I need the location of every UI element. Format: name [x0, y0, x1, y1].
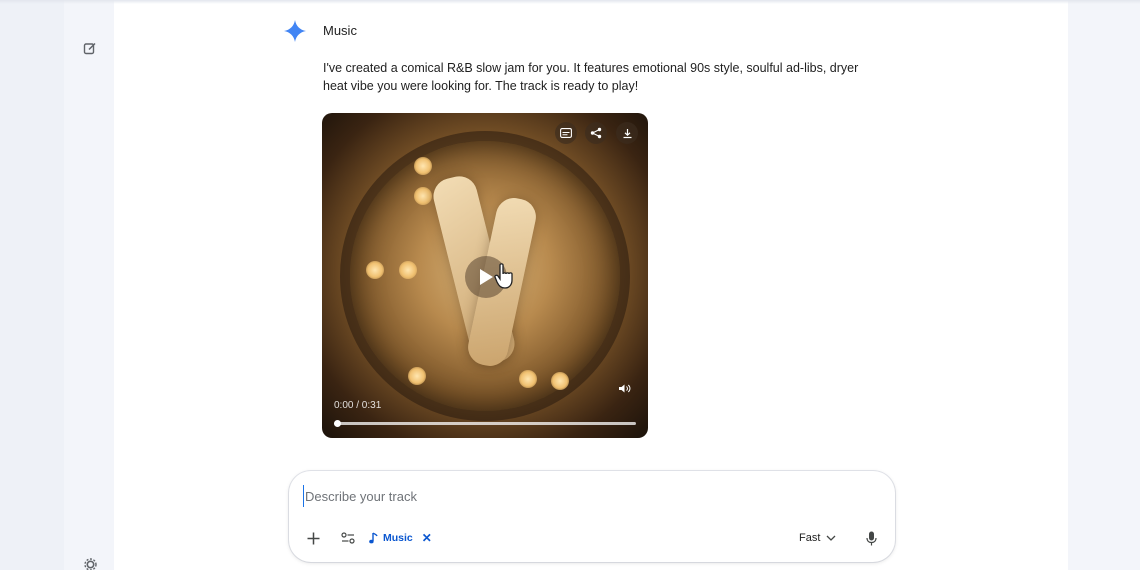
- time-display: 0:00 / 0:31: [334, 400, 382, 411]
- artwork-light: [366, 261, 384, 279]
- microphone-icon: [865, 531, 877, 545]
- artwork-light: [408, 367, 426, 385]
- music-tool-chip[interactable]: Music ✕: [369, 528, 432, 548]
- tools-icon: [341, 532, 355, 544]
- chevron-down-icon: [826, 535, 836, 541]
- progress-handle[interactable]: [334, 420, 341, 427]
- page-margin: [1068, 0, 1140, 570]
- play-icon: [480, 269, 493, 285]
- header-shadow: [0, 0, 1140, 4]
- share-button[interactable]: [585, 122, 607, 144]
- music-note-icon: [369, 532, 378, 544]
- mode-label: Fast: [799, 532, 821, 544]
- prompt-input[interactable]: [303, 485, 863, 507]
- add-button[interactable]: [303, 528, 323, 548]
- response-text: I've created a comical R&B slow jam for …: [323, 61, 859, 93]
- artwork-light: [551, 372, 569, 390]
- gemini-sparkle-icon: [284, 20, 306, 42]
- captions-button[interactable]: [555, 122, 577, 144]
- captions-icon: [560, 128, 572, 138]
- volume-icon: [618, 384, 630, 392]
- music-player[interactable]: 0:00 / 0:31: [322, 113, 648, 438]
- hand-cursor-icon: [494, 263, 513, 289]
- music-chip-label: Music: [383, 532, 413, 544]
- download-button[interactable]: [616, 122, 638, 144]
- new-chat-icon[interactable]: [80, 38, 100, 58]
- share-icon: [590, 127, 602, 139]
- microphone-button[interactable]: [861, 528, 881, 548]
- model-name: Music: [323, 23, 357, 38]
- settings-icon[interactable]: [80, 554, 100, 570]
- sidebar: [64, 0, 114, 570]
- close-icon[interactable]: ✕: [422, 531, 432, 545]
- plus-icon: [307, 532, 319, 544]
- mode-selector[interactable]: Fast: [799, 528, 836, 548]
- artwork-light: [414, 187, 432, 205]
- volume-button[interactable]: [614, 378, 634, 398]
- artwork-light: [414, 157, 432, 175]
- tools-button[interactable]: [338, 528, 358, 548]
- progress-bar[interactable]: [334, 420, 636, 427]
- prompt-composer: Music ✕ Fast: [289, 471, 895, 562]
- artwork-light: [519, 370, 537, 388]
- download-icon: [623, 128, 631, 138]
- artwork-light: [399, 261, 417, 279]
